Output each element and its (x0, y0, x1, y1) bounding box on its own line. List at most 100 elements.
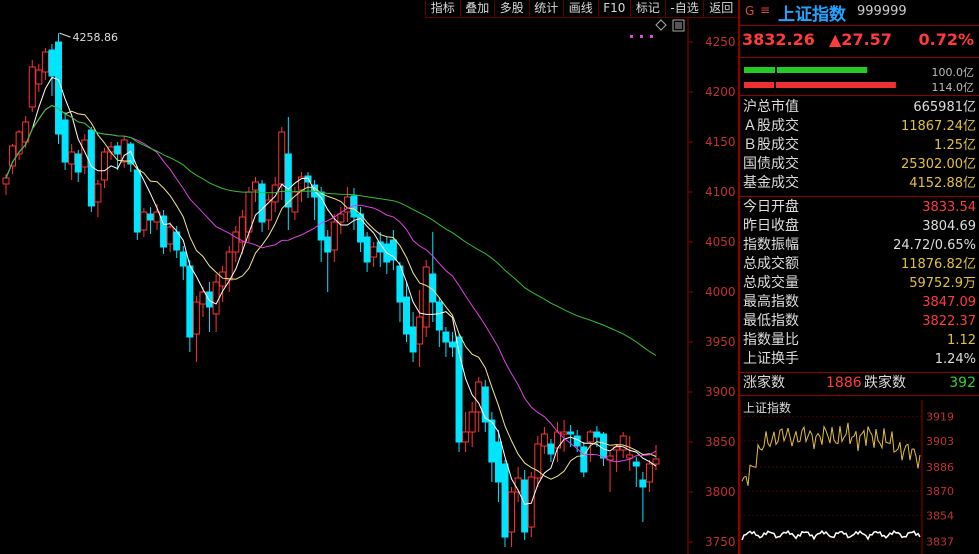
candle-body-51 (337, 213, 345, 223)
candle-body-0 (2, 177, 10, 185)
toolbar-btn-4[interactable]: 画线 (563, 0, 598, 17)
toolbar-btn-3[interactable]: 统计 (528, 0, 564, 17)
candle-body-42 (278, 131, 286, 185)
stat-value: 1.24% (934, 352, 976, 367)
stat-label: 国债成交 (743, 156, 799, 172)
stat-label: 昨日收盘 (743, 218, 799, 234)
candle-body-33 (219, 271, 227, 287)
stat-row-4: 基金成交 4152.88亿 (743, 174, 976, 193)
mini-tick-label-5: 3837 (926, 535, 954, 548)
candle-body-12 (81, 139, 89, 168)
candle-body-48 (317, 191, 325, 241)
candle-body-99 (652, 458, 660, 465)
candle-body-6 (41, 51, 49, 73)
candle-body-66 (435, 301, 443, 331)
quote-header: G ≡ 上证指数 999999 (740, 0, 979, 25)
candle-body-41 (271, 184, 279, 203)
mini-tick-label-0: 3919 (926, 411, 954, 424)
candle-body-35 (232, 231, 240, 253)
candle-body-8 (55, 41, 63, 135)
stat-row-5: 今日开盘 3833.54 (743, 198, 976, 217)
diamond-icon[interactable] (655, 19, 667, 31)
stat-value: 1.25亿 (934, 138, 976, 153)
stat-label: 今日开盘 (743, 199, 799, 215)
last-price: 3832.26 (742, 30, 815, 49)
down-label: 跌家数 (864, 375, 906, 391)
kline-chart[interactable]: 4250 4200 4150 4100 4050 4000 3950 3900 3850 3800… (0, 0, 738, 554)
candle-body-31 (206, 291, 214, 308)
bar-1-gap (775, 67, 777, 73)
mini-price-line (741, 422, 921, 486)
candle-body-7 (48, 49, 56, 77)
candle-body-21 (140, 211, 148, 231)
candle-body-62 (409, 326, 417, 353)
candle-body-67 (442, 331, 450, 343)
window-icon-inner (675, 22, 682, 29)
stat-label: Ｂ股成交 (743, 137, 799, 153)
stat-value: 4152.88亿 (909, 176, 976, 191)
candle-body-71 (468, 411, 476, 433)
candle-body-50 (330, 221, 338, 251)
volume-bar-1-value: 100.0亿 (931, 66, 975, 79)
candle-body-91 (599, 433, 607, 459)
candle-body-32 (212, 281, 220, 315)
stat-value: 11876.82亿 (900, 257, 976, 272)
volume-bar-1: 100.0亿 (743, 66, 979, 79)
candle-body-34 (225, 251, 233, 281)
candle-body-20 (133, 169, 141, 233)
menu-icon[interactable]: ≡ (760, 3, 770, 17)
dots-icon-1 (640, 35, 643, 38)
candle-body-70 (462, 431, 470, 443)
up-label: 涨家数 (743, 375, 785, 391)
toolbar-btn-2[interactable]: 多股 (494, 0, 529, 17)
mini-tick-label-4: 3854 (926, 510, 954, 523)
stat-row-13: 上证换手 1.24% (743, 350, 976, 369)
toolbar-btn-0[interactable]: 指标 (425, 0, 460, 17)
candle-body-64 (422, 266, 430, 328)
stat-row-11: 最低指数 3822.37 (743, 312, 976, 331)
candle-body-29 (192, 301, 200, 335)
toolbar-btn-5[interactable]: F10 (597, 0, 631, 17)
candle-body-68 (448, 341, 456, 348)
advance-decline: 涨家数 1886 跌家数 392 (743, 373, 976, 393)
stat-value: 24.72/0.65% (893, 238, 976, 253)
candle-body-14 (94, 183, 102, 203)
quote-line: 3832.26 ▲27.57 0.72% (740, 30, 979, 52)
intraday-mini-chart[interactable]: 3919 3903 3886 3870 3854 3837 (740, 400, 979, 554)
stat-label: 沪总市值 (743, 99, 799, 115)
candle-body-55 (363, 236, 371, 263)
stat-label: 指数量比 (743, 332, 799, 348)
candle-body-9 (61, 119, 69, 163)
toolbar-btn-1[interactable]: 叠加 (459, 0, 495, 17)
mini-secondary-line (741, 529, 921, 541)
stat-row-0: 沪总市值 665981亿 (743, 98, 976, 117)
stat-value: 3833.54 (922, 200, 976, 215)
stat-row-7: 指数振幅 24.72/0.65% (743, 236, 976, 255)
stat-row-3: 国债成交 25302.00亿 (743, 155, 976, 174)
stat-label: 总成交额 (743, 256, 799, 272)
stat-value: 1.12 (947, 333, 976, 348)
chart-toolbar: 指标 叠加 多股 统计 画线 F10 标记 -自选 返回 (425, 0, 738, 18)
stat-value: 3847.09 (922, 295, 976, 310)
stat-value: 59752.9万 (909, 276, 976, 291)
candle-body-36 (238, 216, 246, 243)
stat-row-12: 指数量比 1.12 (743, 331, 976, 350)
y-tick-label-2: 4150 (705, 135, 736, 149)
g-tag: G (745, 4, 755, 18)
y-tick-label-3: 4100 (705, 185, 736, 199)
stat-label: 总成交量 (743, 275, 799, 291)
candle-body-49 (324, 236, 332, 253)
candle-body-10 (68, 151, 76, 165)
stat-label: 最高指数 (743, 294, 799, 310)
index-code: 999999 (857, 4, 907, 19)
toolbar-btn-8[interactable]: 返回 (703, 0, 738, 17)
price-change: ▲27.57 (829, 30, 892, 49)
down-count: 392 (949, 375, 976, 391)
stat-value: 11867.24亿 (900, 119, 976, 134)
up-count: 1886 (826, 375, 862, 391)
toolbar-btn-7[interactable]: -自选 (664, 0, 704, 17)
candle-body-43 (284, 153, 292, 208)
candle-body-86 (567, 431, 575, 435)
toolbar-btn-6[interactable]: 标记 (630, 0, 665, 17)
stat-row-6: 昨日收盘 3804.69 (743, 217, 976, 236)
